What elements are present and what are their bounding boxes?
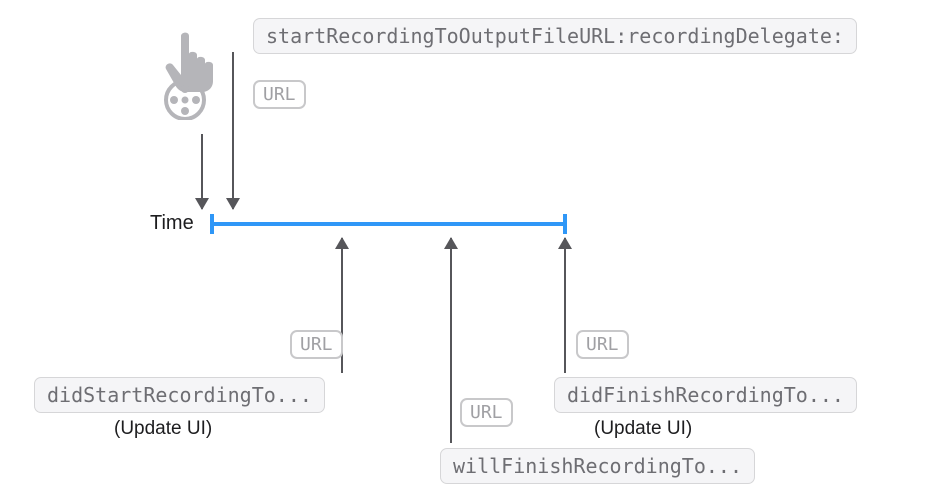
method-start-recording: startRecordingToOutputFileURL:recordingD… <box>253 18 857 54</box>
url-tag-did-start: URL <box>290 330 343 359</box>
callback-will-finish: willFinishRecordingTo... <box>440 448 755 484</box>
time-label: Time <box>150 212 194 235</box>
arrow-tap-down <box>201 134 203 209</box>
arrow-start-down <box>232 52 234 209</box>
timeline <box>210 222 567 226</box>
url-tag-will-finish: URL <box>460 398 513 427</box>
url-tag-top: URL <box>253 80 306 109</box>
url-tag-did-finish: URL <box>576 330 629 359</box>
callback-did-start: didStartRecordingTo... <box>34 377 325 413</box>
arrow-did-finish-up <box>564 238 566 373</box>
callback-did-finish: didFinishRecordingTo... <box>554 377 857 413</box>
arrow-will-finish-up <box>450 238 452 443</box>
note-update-ui-left: (Update UI) <box>114 418 212 440</box>
note-update-ui-right: (Update UI) <box>594 418 692 440</box>
touch-film-icon <box>159 30 231 125</box>
